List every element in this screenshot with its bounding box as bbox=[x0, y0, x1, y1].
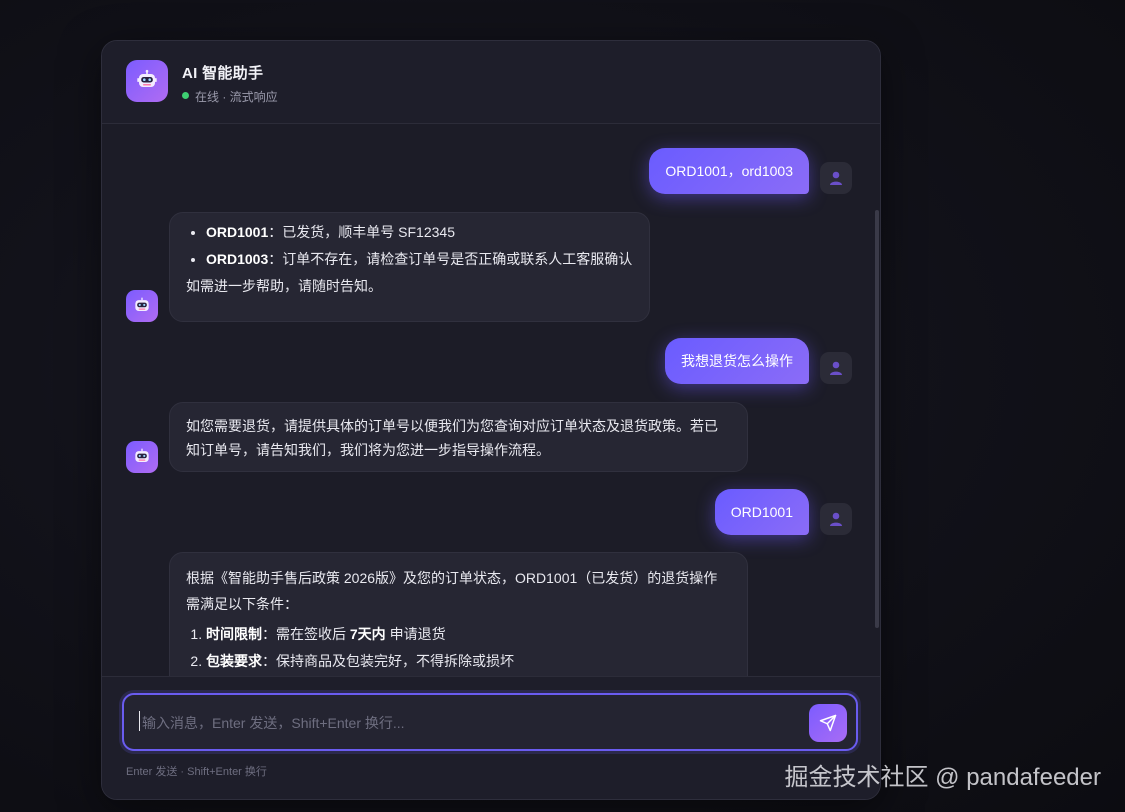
assistant-message-avatar bbox=[126, 441, 158, 473]
assistant-message: ORD1001：已发货，顺丰单号 SF12345 ORD1003：订单不存在，请… bbox=[169, 212, 650, 322]
condition-text: ：保持商品及包装完好，不得拆除或损坏 bbox=[262, 653, 514, 669]
assistant-message-avatar bbox=[126, 290, 158, 322]
status-text: 在线 · 流式响应 bbox=[195, 90, 278, 104]
order-id: ORD1001 bbox=[206, 224, 269, 240]
user-message: ORD1001 bbox=[714, 489, 809, 535]
message-footer: 如需进一步帮助，请随时告知。 bbox=[186, 278, 382, 294]
user-message: 我想退货怎么操作 bbox=[665, 338, 809, 384]
robot-icon bbox=[135, 297, 149, 311]
assistant-message: 根据《智能助手售后政策 2026版》及您的订单状态，ORD1001（已发货）的退… bbox=[169, 552, 748, 676]
online-status-dot bbox=[182, 92, 189, 99]
robot-icon bbox=[135, 448, 149, 462]
condition-highlight: 7天内 bbox=[349, 626, 386, 642]
message-list-scrollbar[interactable] bbox=[875, 210, 879, 628]
condition-title: 时间限制 bbox=[206, 626, 262, 642]
user-message: ORD1001，ord1003 bbox=[649, 148, 809, 194]
return-conditions-list: 时间限制：需在签收后 7天内 申请退货 包装要求：保持商品及包装完好，不得拆除或… bbox=[186, 622, 731, 673]
chat-window: AI 智能助手 在线 · 流式响应 ORD1001，ord1003 • ORD1… bbox=[101, 40, 881, 800]
condition-text: ：需在签收后 bbox=[262, 626, 350, 642]
message-input-box[interactable] bbox=[122, 693, 858, 751]
user-avatar bbox=[820, 162, 852, 194]
chat-header: AI 智能助手 在线 · 流式响应 bbox=[102, 41, 880, 124]
user-icon bbox=[830, 512, 842, 526]
watermark: 掘金技术社区 @ pandafeeder bbox=[784, 764, 1102, 791]
user-icon bbox=[830, 171, 842, 185]
robot-icon bbox=[137, 69, 157, 87]
page-title: AI 智能助手 bbox=[182, 65, 264, 82]
list-item: 时间限制：需在签收后 7天内 申请退货 bbox=[206, 622, 731, 646]
list-item: ORD1003：订单不存在，请检查订单号是否正确或联系人工客服确认 bbox=[206, 247, 633, 271]
order-status-text: ：订单不存在，请检查订单号是否正确或联系人工客服确认 bbox=[268, 251, 633, 267]
list-item: 包装要求：保持商品及包装完好，不得拆除或损坏 bbox=[206, 649, 731, 673]
input-hint: Enter 发送 · Shift+Enter 换行 bbox=[126, 766, 267, 778]
send-icon bbox=[819, 714, 837, 732]
user-icon bbox=[830, 361, 842, 375]
condition-text: 申请退货 bbox=[385, 626, 446, 642]
message-text: 如您需要退货，请提供具体的订单号以便我们为您查询对应订单状态及退货政策。若已知订… bbox=[186, 418, 718, 458]
condition-title: 包装要求 bbox=[206, 653, 262, 669]
message-list[interactable]: ORD1001，ord1003 ORD1001：已发货，顺丰单号 SF12345… bbox=[102, 124, 880, 676]
assistant-message: 如您需要退货，请提供具体的订单号以便我们为您查询对应订单状态及退货政策。若已知订… bbox=[169, 402, 748, 472]
user-avatar bbox=[820, 352, 852, 384]
message-input[interactable] bbox=[140, 709, 784, 737]
order-id: ORD1003 bbox=[206, 251, 269, 267]
list-item: ORD1001：已发货，顺丰单号 SF12345 bbox=[206, 220, 633, 244]
user-avatar bbox=[820, 503, 852, 535]
composer: Enter 发送 · Shift+Enter 换行 bbox=[102, 676, 880, 799]
assistant-avatar bbox=[126, 60, 168, 102]
message-intro: 根据《智能助手售后政策 2026版》及您的订单状态，ORD1001（已发货）的退… bbox=[186, 570, 718, 612]
order-status-text: ：已发货，顺丰单号 SF12345 bbox=[268, 224, 455, 240]
send-button[interactable] bbox=[809, 704, 847, 742]
order-status-list: ORD1001：已发货，顺丰单号 SF12345 ORD1003：订单不存在，请… bbox=[186, 220, 633, 271]
